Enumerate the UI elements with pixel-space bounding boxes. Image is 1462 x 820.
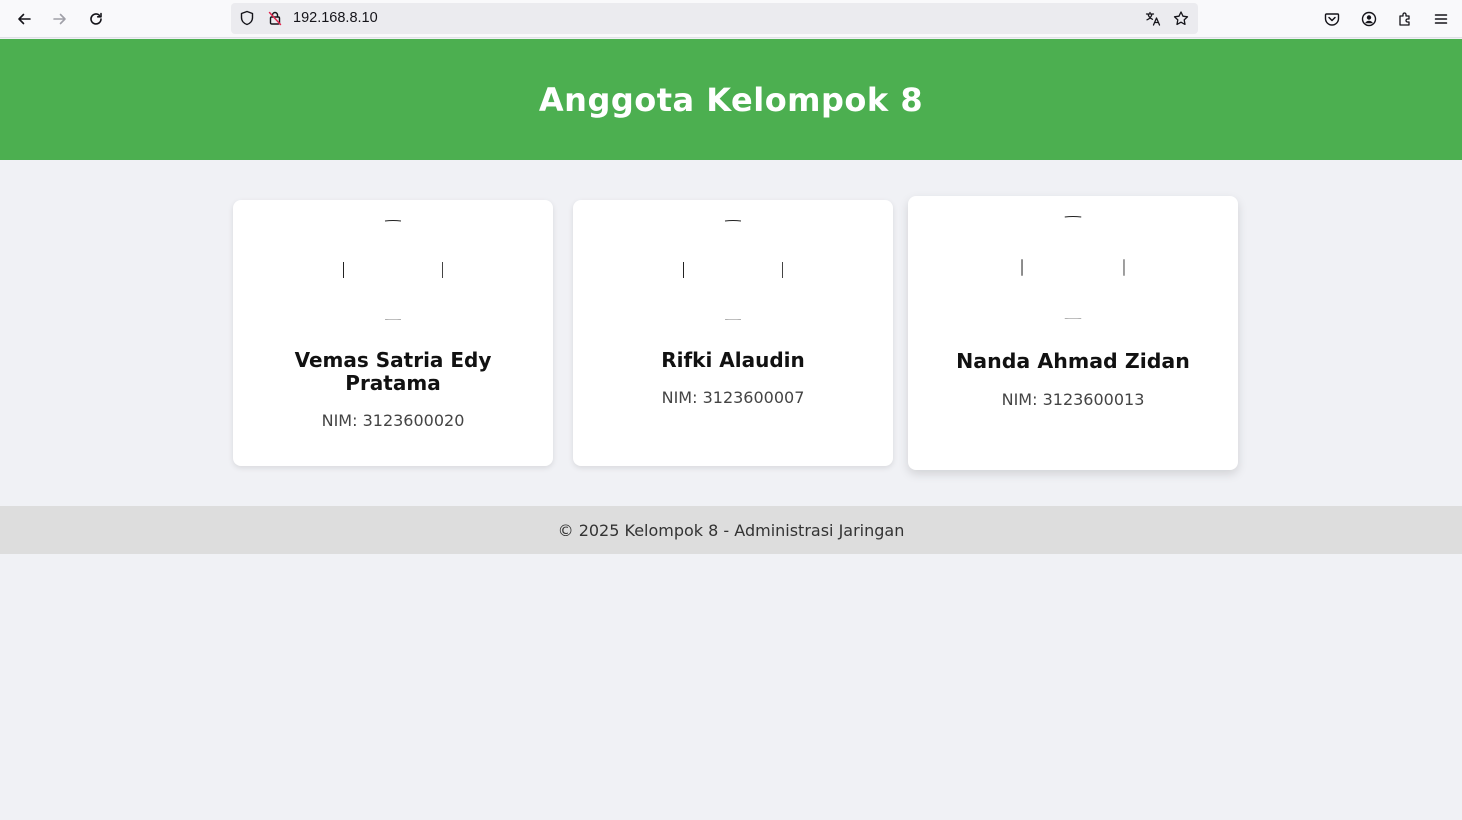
page-header: Anggota Kelompok 8	[0, 39, 1462, 160]
member-photo	[343, 220, 443, 320]
bookmark-star-icon[interactable]	[1173, 10, 1189, 26]
page-footer: © 2025 Kelompok 8 - Administrasi Jaringa…	[0, 506, 1462, 554]
browser-toolbar: 192.168.8.10	[0, 0, 1462, 38]
extensions-icon[interactable]	[1391, 5, 1419, 33]
reload-icon[interactable]	[82, 5, 110, 33]
url-text[interactable]: 192.168.8.10	[293, 10, 378, 26]
member-name: Rifki Alaudin	[661, 348, 805, 372]
member-card: Vemas Satria Edy Pratama NIM: 3123600020	[233, 200, 553, 466]
pocket-icon[interactable]	[1318, 5, 1346, 33]
back-icon[interactable]	[10, 5, 38, 33]
menu-icon[interactable]	[1427, 5, 1455, 33]
member-card: Nanda Ahmad Zidan NIM: 3123600013	[908, 196, 1238, 470]
member-card: Rifki Alaudin NIM: 3123600007	[573, 200, 893, 466]
shield-icon[interactable]	[239, 10, 255, 26]
member-photo	[683, 220, 783, 320]
footer-text: © 2025 Kelompok 8 - Administrasi Jaringa…	[557, 520, 905, 540]
member-nim: NIM: 3123600013	[1001, 390, 1145, 409]
insecure-lock-icon[interactable]	[267, 10, 283, 26]
member-nim: NIM: 3123600020	[321, 411, 465, 430]
address-bar[interactable]: 192.168.8.10	[231, 3, 1198, 34]
translate-icon[interactable]	[1145, 10, 1161, 26]
member-name: Vemas Satria Edy Pratama	[294, 348, 492, 395]
member-photo	[1021, 216, 1125, 319]
page-title: Anggota Kelompok 8	[538, 80, 924, 119]
member-nim: NIM: 3123600007	[661, 388, 805, 407]
forward-icon[interactable]	[46, 5, 74, 33]
member-name: Nanda Ahmad Zidan	[956, 349, 1190, 373]
account-icon[interactable]	[1355, 5, 1383, 33]
